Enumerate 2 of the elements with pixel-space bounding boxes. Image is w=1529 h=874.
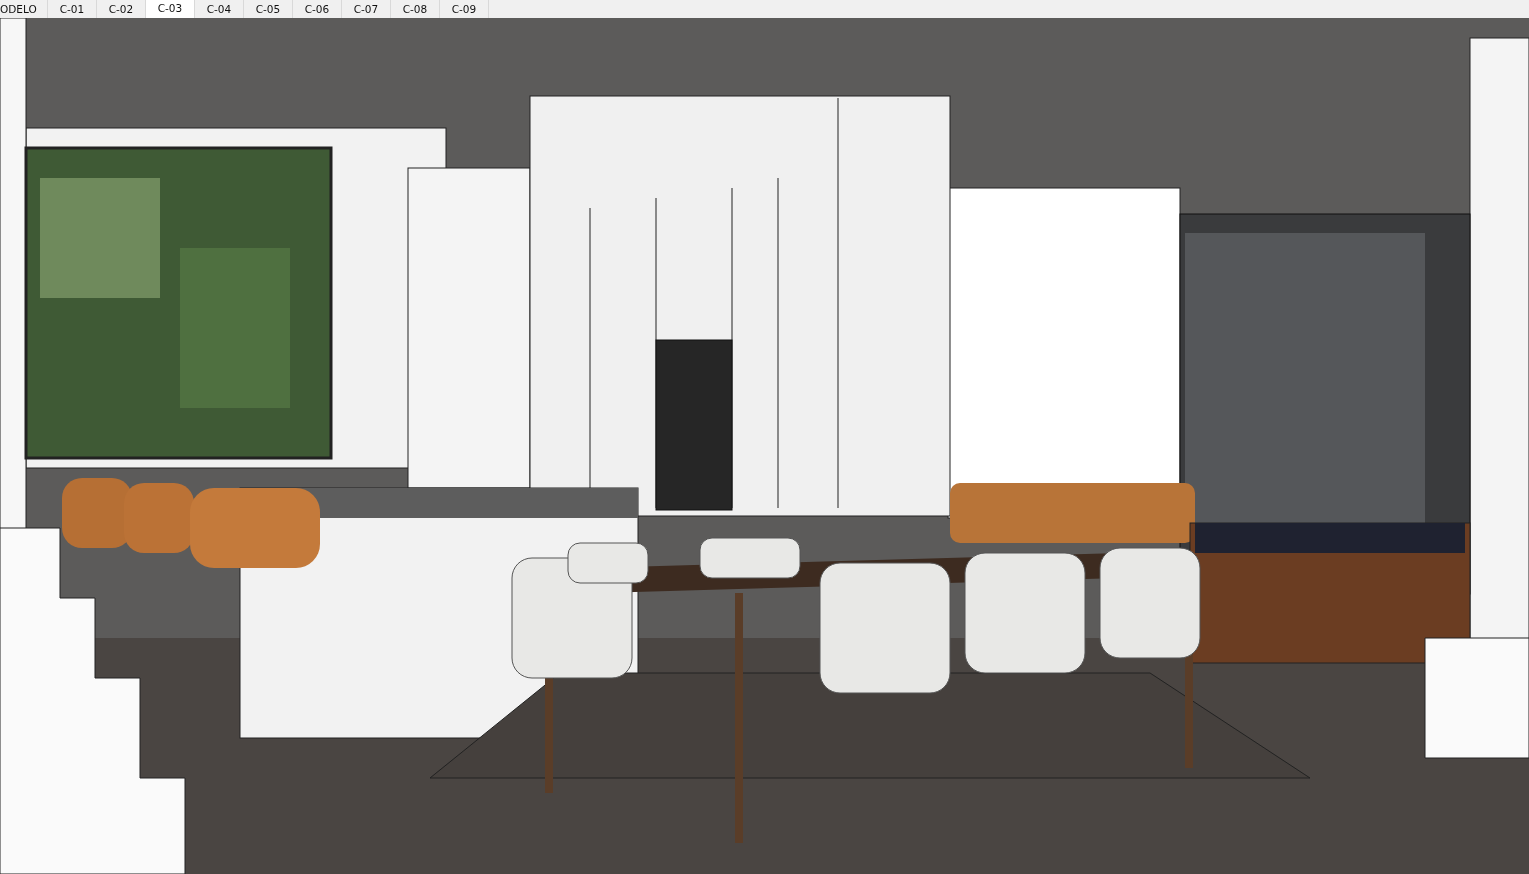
- scene-tab[interactable]: C-03: [146, 0, 195, 18]
- scene-tab[interactable]: ODELO: [0, 0, 48, 18]
